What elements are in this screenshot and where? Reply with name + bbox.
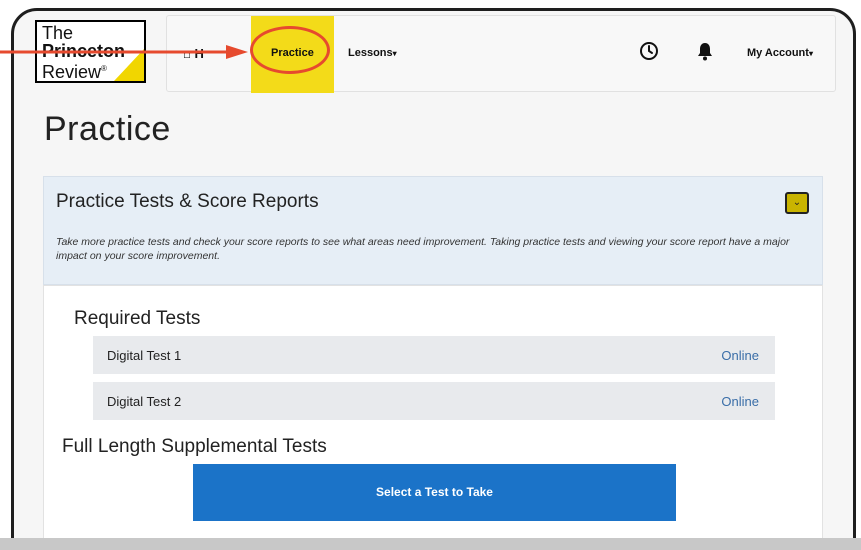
annotation-arrow	[0, 45, 248, 59]
test-status-link[interactable]: Online	[721, 348, 759, 363]
test-row-digital-test-1[interactable]: Digital Test 1 Online	[93, 336, 775, 374]
bell-icon[interactable]	[697, 41, 713, 61]
select-test-button[interactable]: Select a Test to Take	[193, 464, 676, 521]
bottom-bar	[0, 538, 861, 550]
caret-down-icon: ▾	[392, 49, 397, 58]
accordion-toggle-button[interactable]: ⌄	[785, 192, 809, 214]
caret-down-icon: ▾	[808, 49, 813, 58]
supplemental-tests-heading: Full Length Supplemental Tests	[62, 436, 327, 457]
my-account-dropdown[interactable]: My Account▾	[747, 47, 813, 59]
nav-lessons-dropdown[interactable]: Lessons▾	[348, 47, 397, 59]
accordion-description: Take more practice tests and check your …	[56, 236, 790, 262]
test-name: Digital Test 1	[107, 348, 182, 363]
test-status-link[interactable]: Online	[721, 394, 759, 409]
required-tests-heading: Required Tests	[74, 308, 201, 329]
practice-tests-accordion: Practice Tests & Score Reports ⌄ Take mo…	[43, 176, 823, 285]
chevron-down-icon: ⌄	[792, 197, 802, 208]
accordion-title: Practice Tests & Score Reports	[56, 191, 319, 212]
clock-icon[interactable]	[639, 41, 659, 61]
page-title: Practice	[44, 110, 171, 148]
test-row-digital-test-2[interactable]: Digital Test 2 Online	[93, 382, 775, 420]
tests-panel: Required Tests Digital Test 1 Online Dig…	[43, 285, 823, 545]
annotation-circle	[250, 26, 330, 74]
logo-line-1: The	[42, 23, 74, 43]
test-name: Digital Test 2	[107, 394, 182, 409]
logo-line-3: Review®	[42, 62, 107, 82]
